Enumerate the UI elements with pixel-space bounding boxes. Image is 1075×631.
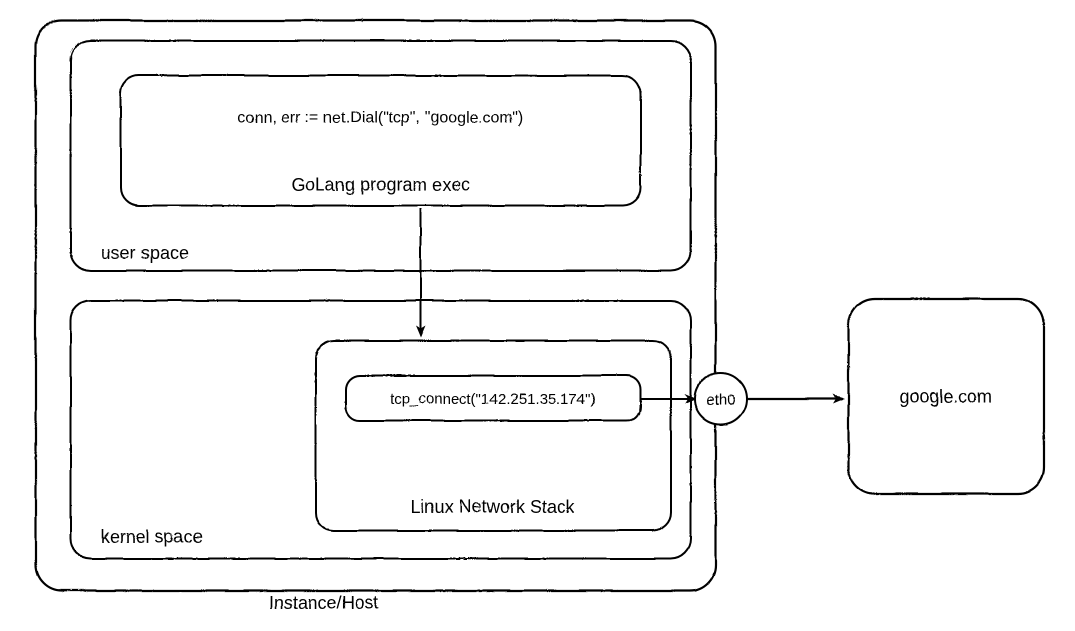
eth0-label: eth0 bbox=[705, 391, 734, 408]
tcp-connect-text: tcp_connect("142.251.35.174") bbox=[389, 390, 595, 407]
google-label: google.com bbox=[898, 386, 991, 406]
instance-host-label: Instance/Host bbox=[268, 592, 378, 612]
kernel-space-label: kernel space bbox=[100, 526, 202, 546]
kernel-space-box bbox=[70, 300, 690, 558]
user-space-label: user space bbox=[100, 242, 188, 262]
golang-program-label: GoLang program exec bbox=[290, 174, 469, 194]
instance-host-box bbox=[35, 20, 715, 590]
linux-network-stack-label: Linux Network Stack bbox=[410, 496, 575, 516]
golang-code-line: conn, err := net.Dial("tcp", "google.com… bbox=[237, 109, 523, 126]
